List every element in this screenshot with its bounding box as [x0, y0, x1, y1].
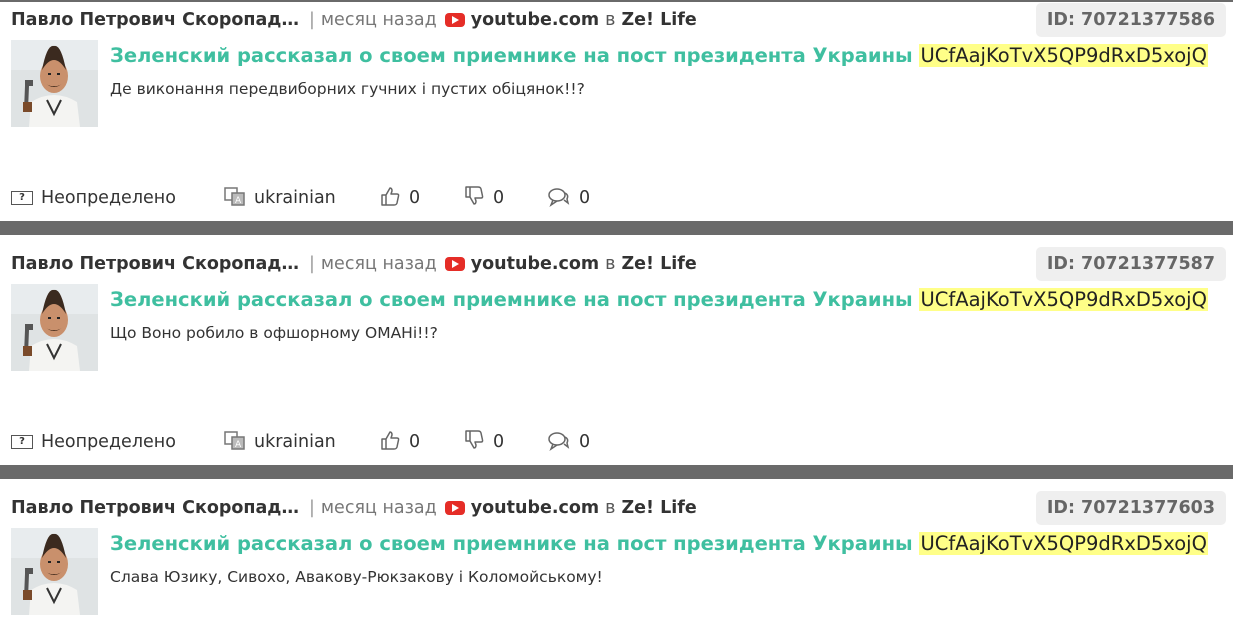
dislike-count: 0	[493, 432, 505, 452]
sentiment-indicator[interactable]: ? Неопределено	[11, 186, 176, 210]
thumb-up-icon	[379, 429, 401, 456]
card-header: Павло Петрович Скоропад… | месяц назад y…	[11, 496, 697, 520]
language-icon: A	[224, 429, 246, 456]
like-count: 0	[409, 432, 421, 452]
card-separator	[0, 221, 1233, 235]
comment-text: Що Воно робило в офшорному ОМАНі!!?	[110, 324, 438, 342]
sentiment-label: Неопределено	[41, 188, 176, 208]
timestamp: месяц назад	[320, 498, 437, 518]
avatar-image	[11, 528, 98, 615]
channel-link[interactable]: Ze! Life	[621, 498, 696, 518]
comment-card: Павло Петрович Скоропад… | месяц назад y…	[0, 246, 1233, 465]
comment-icon	[547, 185, 571, 212]
id-badge: ID: 70721377586	[1035, 3, 1226, 37]
post-title-link[interactable]: Зеленский рассказал о своем приемнике на…	[110, 288, 913, 311]
language-icon: A	[224, 185, 246, 212]
reply-count: 0	[579, 188, 591, 208]
author-link[interactable]: Павло Петрович Скоропад…	[11, 10, 299, 30]
post-title: Зеленский рассказал о своем приемнике на…	[110, 532, 1208, 555]
youtube-icon	[444, 13, 465, 27]
sentiment-unknown-icon: ?	[11, 191, 33, 205]
source-link[interactable]: youtube.com	[471, 498, 599, 518]
post-title: Зеленский рассказал о своем приемнике на…	[110, 288, 1208, 311]
source-link[interactable]: youtube.com	[471, 10, 599, 30]
in-label: в	[605, 254, 616, 274]
card-header: Павло Петрович Скоропад… | месяц назад y…	[11, 8, 697, 32]
like-button[interactable]: 0	[379, 186, 420, 210]
card-separator	[0, 465, 1233, 479]
thumb-up-icon	[379, 185, 401, 212]
avatar-image	[11, 284, 98, 371]
language-label: ukrainian	[254, 188, 336, 208]
language-label: ukrainian	[254, 432, 336, 452]
post-title-link[interactable]: Зеленский рассказал о своем приемнике на…	[110, 532, 913, 555]
channel-code-highlight: UCfAajKoTvX5QP9dRxD5xojQ	[919, 288, 1208, 311]
channel-link[interactable]: Ze! Life	[621, 10, 696, 30]
in-label: в	[605, 498, 616, 518]
dislike-button[interactable]: 0	[463, 429, 505, 456]
language-indicator[interactable]: A ukrainian	[224, 186, 336, 210]
card-header: Павло Петрович Скоропад… | месяц назад y…	[11, 252, 697, 276]
comment-icon	[547, 429, 571, 456]
channel-code-highlight: UCfAajKoTvX5QP9dRxD5xojQ	[919, 532, 1208, 555]
svg-text:A: A	[235, 196, 242, 206]
comment-text: Слава Юзику, Сивохо, Авакову-Рюкзакову і…	[110, 568, 603, 586]
post-title: Зеленский рассказал о своем приемнике на…	[110, 44, 1208, 67]
avatar[interactable]	[11, 284, 98, 371]
avatar-image	[11, 40, 98, 127]
timestamp: месяц назад	[320, 254, 437, 274]
divider: |	[308, 498, 315, 518]
comment-text: Де виконання передвиборних гучних і пуст…	[110, 80, 585, 98]
in-label: в	[605, 10, 616, 30]
replies-button[interactable]: 0	[547, 430, 590, 454]
post-title-link[interactable]: Зеленский рассказал о своем приемнике на…	[110, 44, 913, 67]
like-count: 0	[409, 188, 421, 208]
id-badge: ID: 70721377587	[1035, 247, 1226, 281]
author-link[interactable]: Павло Петрович Скоропад…	[11, 498, 299, 518]
reply-count: 0	[579, 432, 591, 452]
channel-link[interactable]: Ze! Life	[621, 254, 696, 274]
svg-text:A: A	[235, 440, 242, 450]
thumb-down-icon	[463, 185, 485, 212]
youtube-icon	[444, 501, 465, 515]
youtube-icon	[444, 257, 465, 271]
comment-card: Павло Петрович Скоропад… | месяц назад y…	[0, 490, 1233, 620]
avatar[interactable]	[11, 528, 98, 615]
sentiment-unknown-icon: ?	[11, 435, 33, 449]
timestamp: месяц назад	[320, 10, 437, 30]
comment-card: Павло Петрович Скоропад… | месяц назад y…	[0, 2, 1233, 221]
dislike-button[interactable]: 0	[463, 185, 505, 212]
sentiment-label: Неопределено	[41, 432, 176, 452]
comment-feed: Павло Петрович Скоропад… | месяц назад y…	[0, 0, 1233, 620]
avatar[interactable]	[11, 40, 98, 127]
source-link[interactable]: youtube.com	[471, 254, 599, 274]
dislike-count: 0	[493, 188, 505, 208]
divider: |	[308, 10, 315, 30]
language-indicator[interactable]: A ukrainian	[224, 430, 336, 454]
channel-code-highlight: UCfAajKoTvX5QP9dRxD5xojQ	[919, 44, 1208, 67]
replies-button[interactable]: 0	[547, 186, 590, 210]
sentiment-indicator[interactable]: ? Неопределено	[11, 430, 176, 454]
divider: |	[308, 254, 315, 274]
id-badge: ID: 70721377603	[1035, 491, 1226, 525]
thumb-down-icon	[463, 429, 485, 456]
like-button[interactable]: 0	[379, 430, 420, 454]
author-link[interactable]: Павло Петрович Скоропад…	[11, 254, 299, 274]
